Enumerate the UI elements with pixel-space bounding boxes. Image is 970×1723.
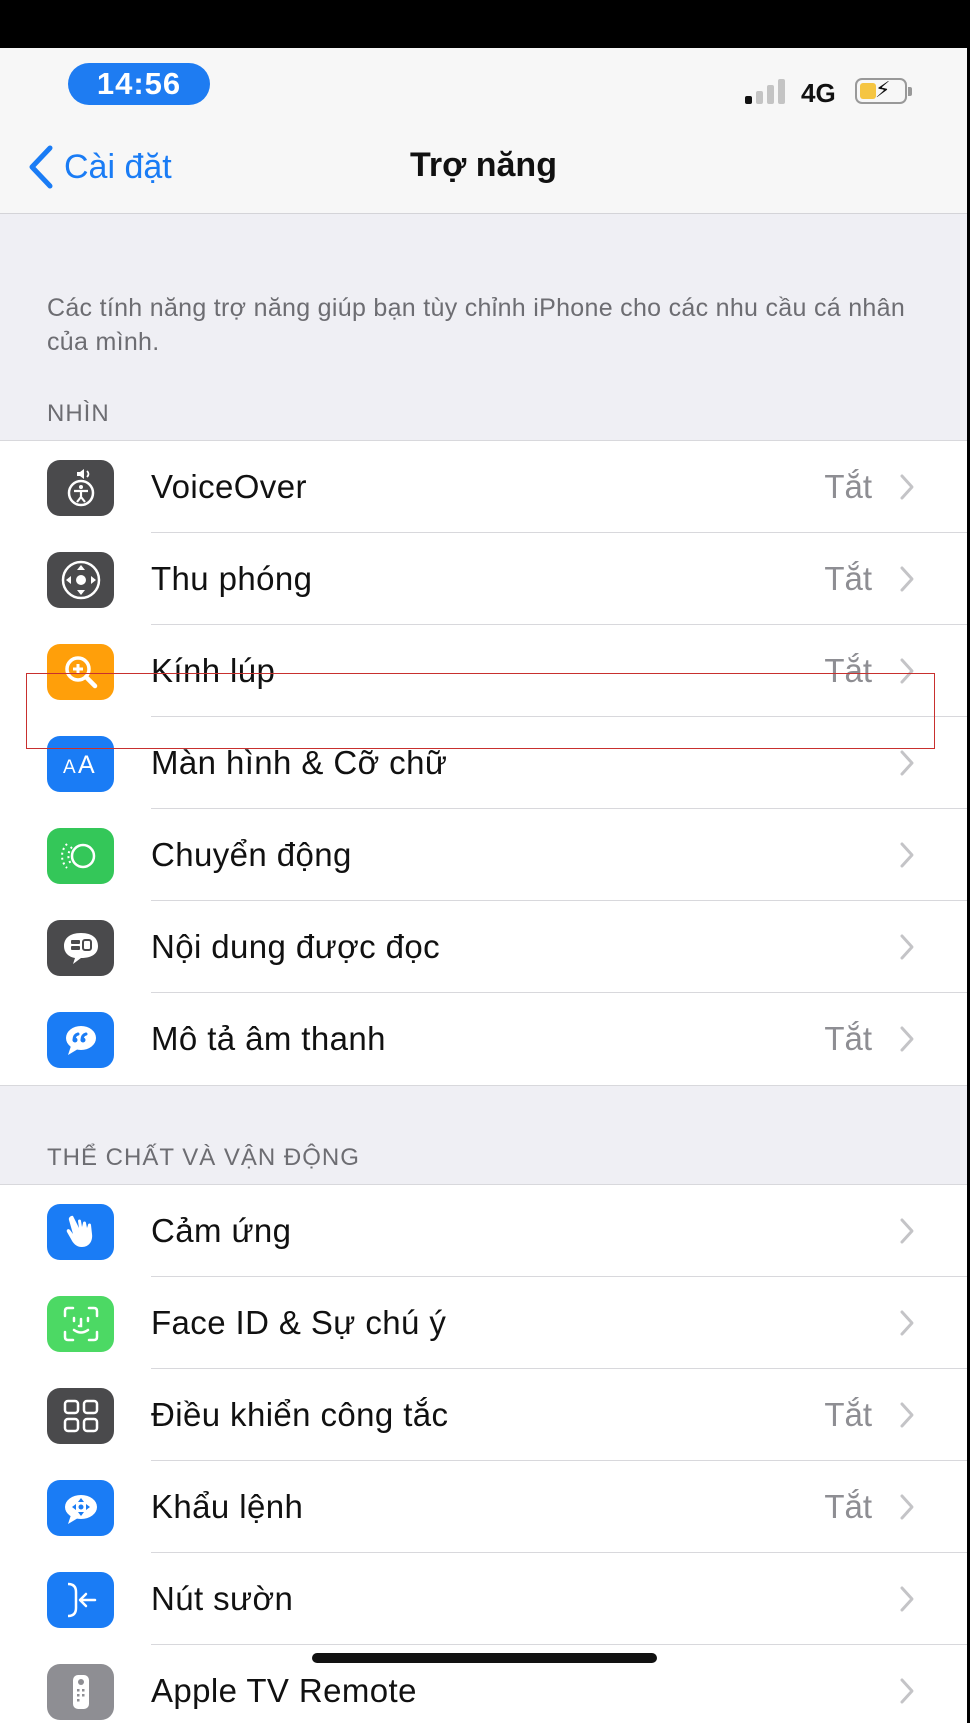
settings-group-physical-motor: Cảm ứng Face ID & Sự chú ý Điều khiển cô… [0, 1184, 967, 1723]
row-label: VoiceOver [151, 468, 307, 505]
touch-icon [47, 1204, 114, 1260]
page-title: Trợ năng [410, 146, 557, 184]
row-label: Chuyển động [151, 836, 352, 873]
svg-text:A: A [63, 757, 76, 778]
row-voice-control[interactable]: Khẩu lệnh Tắt [0, 1461, 967, 1553]
chevron-right-icon [900, 934, 914, 960]
section-header-physical-motor: THỂ CHẤT VÀ VẬN ĐỘNG [47, 1144, 360, 1171]
row-label: Màn hình & Cỡ chữ [151, 744, 448, 781]
row-value: Tắt [824, 1396, 872, 1433]
chevron-right-icon [900, 1586, 914, 1612]
face-id-icon [47, 1296, 114, 1352]
chevron-right-icon [900, 658, 914, 684]
magnifier-icon [47, 644, 114, 700]
text-size-icon: AA [47, 736, 114, 792]
chevron-right-icon [900, 1026, 914, 1052]
row-value: Tắt [824, 652, 872, 689]
home-indicator[interactable] [312, 1653, 657, 1663]
chevron-right-icon [900, 1402, 914, 1428]
row-voiceover[interactable]: VoiceOver Tắt [0, 441, 967, 533]
row-label: Nội dung được đọc [151, 928, 441, 965]
row-touch[interactable]: Cảm ứng [0, 1185, 967, 1277]
intro-text: Các tính năng trợ năng giúp bạn tùy chỉn… [47, 294, 906, 356]
row-zoom[interactable]: Thu phóng Tắt [0, 533, 967, 625]
row-label: Điều khiển công tắc [151, 1396, 449, 1433]
row-label: Face ID & Sự chú ý [151, 1304, 447, 1341]
chevron-right-icon [900, 842, 914, 868]
chevron-right-icon [900, 1218, 914, 1244]
navigation-bar: Cài đặt Trợ năng [0, 120, 967, 214]
chevron-right-icon [900, 750, 914, 776]
row-label: Nút sườn [151, 1580, 294, 1617]
row-value: Tắt [824, 560, 872, 597]
row-label: Cảm ứng [151, 1212, 292, 1249]
row-label: Khẩu lệnh [151, 1488, 304, 1525]
row-display-text-size[interactable]: AA Màn hình & Cỡ chữ [0, 717, 967, 809]
row-value: Tắt [824, 1488, 872, 1525]
chevron-right-icon [900, 1494, 914, 1520]
row-value: Tắt [824, 468, 872, 505]
remote-icon [47, 1664, 114, 1720]
settings-group-vision: VoiceOver Tắt Thu phóng Tắt Kính lúp Tắt… [0, 440, 967, 1086]
switch-control-icon [47, 1388, 114, 1444]
row-label: Kính lúp [151, 652, 276, 689]
svg-text:A: A [78, 751, 95, 779]
chevron-right-icon [900, 566, 914, 592]
screen: 14:56 4G ⚡ Cài đặt Trợ năng Các tính năn… [0, 48, 967, 1723]
status-time[interactable]: 14:56 [68, 63, 210, 105]
row-magnifier[interactable]: Kính lúp Tắt [0, 625, 967, 717]
battery-icon: ⚡ [855, 77, 912, 104]
row-label: Apple TV Remote [151, 1672, 417, 1709]
spoken-content-icon [47, 920, 114, 976]
row-spoken-content[interactable]: Nội dung được đọc [0, 901, 967, 993]
section-header-vision: NHÌN [47, 400, 110, 427]
chevron-right-icon [900, 474, 914, 500]
audio-description-icon [47, 1012, 114, 1068]
network-type: 4G [801, 78, 836, 108]
row-face-id-attention[interactable]: Face ID & Sự chú ý [0, 1277, 967, 1369]
row-switch-control[interactable]: Điều khiển công tắc Tắt [0, 1369, 967, 1461]
side-button-icon [47, 1572, 114, 1628]
signal-icon [745, 78, 791, 104]
row-label: Mô tả âm thanh [151, 1020, 386, 1057]
motion-icon [47, 828, 114, 884]
row-label: Thu phóng [151, 560, 313, 597]
row-value: Tắt [824, 1020, 872, 1057]
row-audio-description[interactable]: Mô tả âm thanh Tắt [0, 993, 967, 1085]
row-side-button[interactable]: Nút sườn [0, 1553, 967, 1645]
status-bar: 14:56 4G ⚡ [0, 48, 967, 120]
zoom-icon [47, 552, 114, 608]
chevron-right-icon [900, 1310, 914, 1336]
chevron-right-icon [900, 1678, 914, 1704]
voiceover-icon [47, 460, 114, 516]
voice-control-icon [47, 1480, 114, 1536]
row-motion[interactable]: Chuyển động [0, 809, 967, 901]
